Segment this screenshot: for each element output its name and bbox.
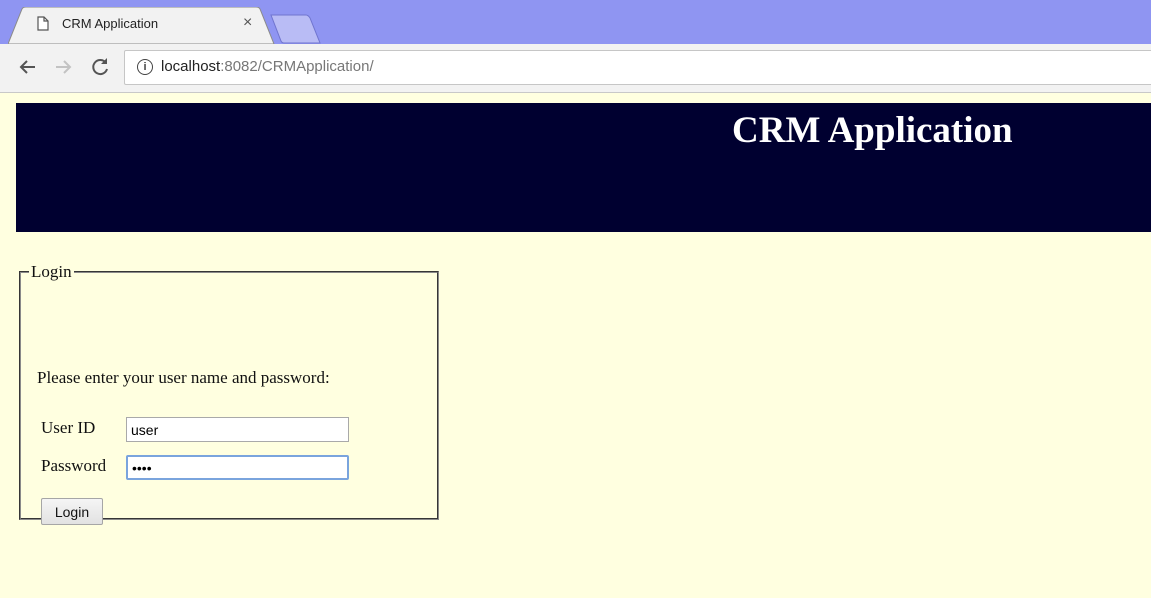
- app-title: CRM Application: [732, 110, 1013, 151]
- login-fieldset: Login Please enter your user name and pa…: [19, 262, 439, 525]
- browser-toolbar: i localhost:8082/CRMApplication/: [0, 44, 1151, 93]
- back-arrow-icon[interactable]: [17, 56, 39, 78]
- page-icon: [37, 16, 49, 31]
- url-text: localhost:8082/CRMApplication/: [161, 58, 374, 75]
- url-host: localhost: [161, 58, 221, 75]
- new-tab-button[interactable]: [270, 14, 322, 44]
- user-id-input[interactable]: [126, 417, 349, 442]
- page-body: CRM Application Login Please enter your …: [0, 93, 1151, 598]
- address-bar[interactable]: i localhost:8082/CRMApplication/: [124, 50, 1151, 85]
- password-input[interactable]: [126, 455, 349, 480]
- app-header: CRM Application: [16, 103, 1151, 232]
- forward-arrow-icon[interactable]: [52, 56, 74, 78]
- password-label: Password: [41, 456, 107, 475]
- browser-tabstrip: CRM Application ×: [0, 0, 1151, 44]
- tab-title: CRM Application: [62, 16, 159, 31]
- login-legend: Login: [31, 262, 72, 281]
- login-button[interactable]: Login: [41, 498, 103, 525]
- info-icon[interactable]: i: [137, 59, 153, 75]
- tab-close-icon[interactable]: ×: [243, 13, 252, 33]
- user-id-label: User ID: [41, 418, 96, 437]
- reload-icon[interactable]: [89, 56, 111, 78]
- login-prompt: Please enter your user name and password…: [37, 368, 330, 387]
- url-path: :8082/CRMApplication/: [220, 58, 374, 75]
